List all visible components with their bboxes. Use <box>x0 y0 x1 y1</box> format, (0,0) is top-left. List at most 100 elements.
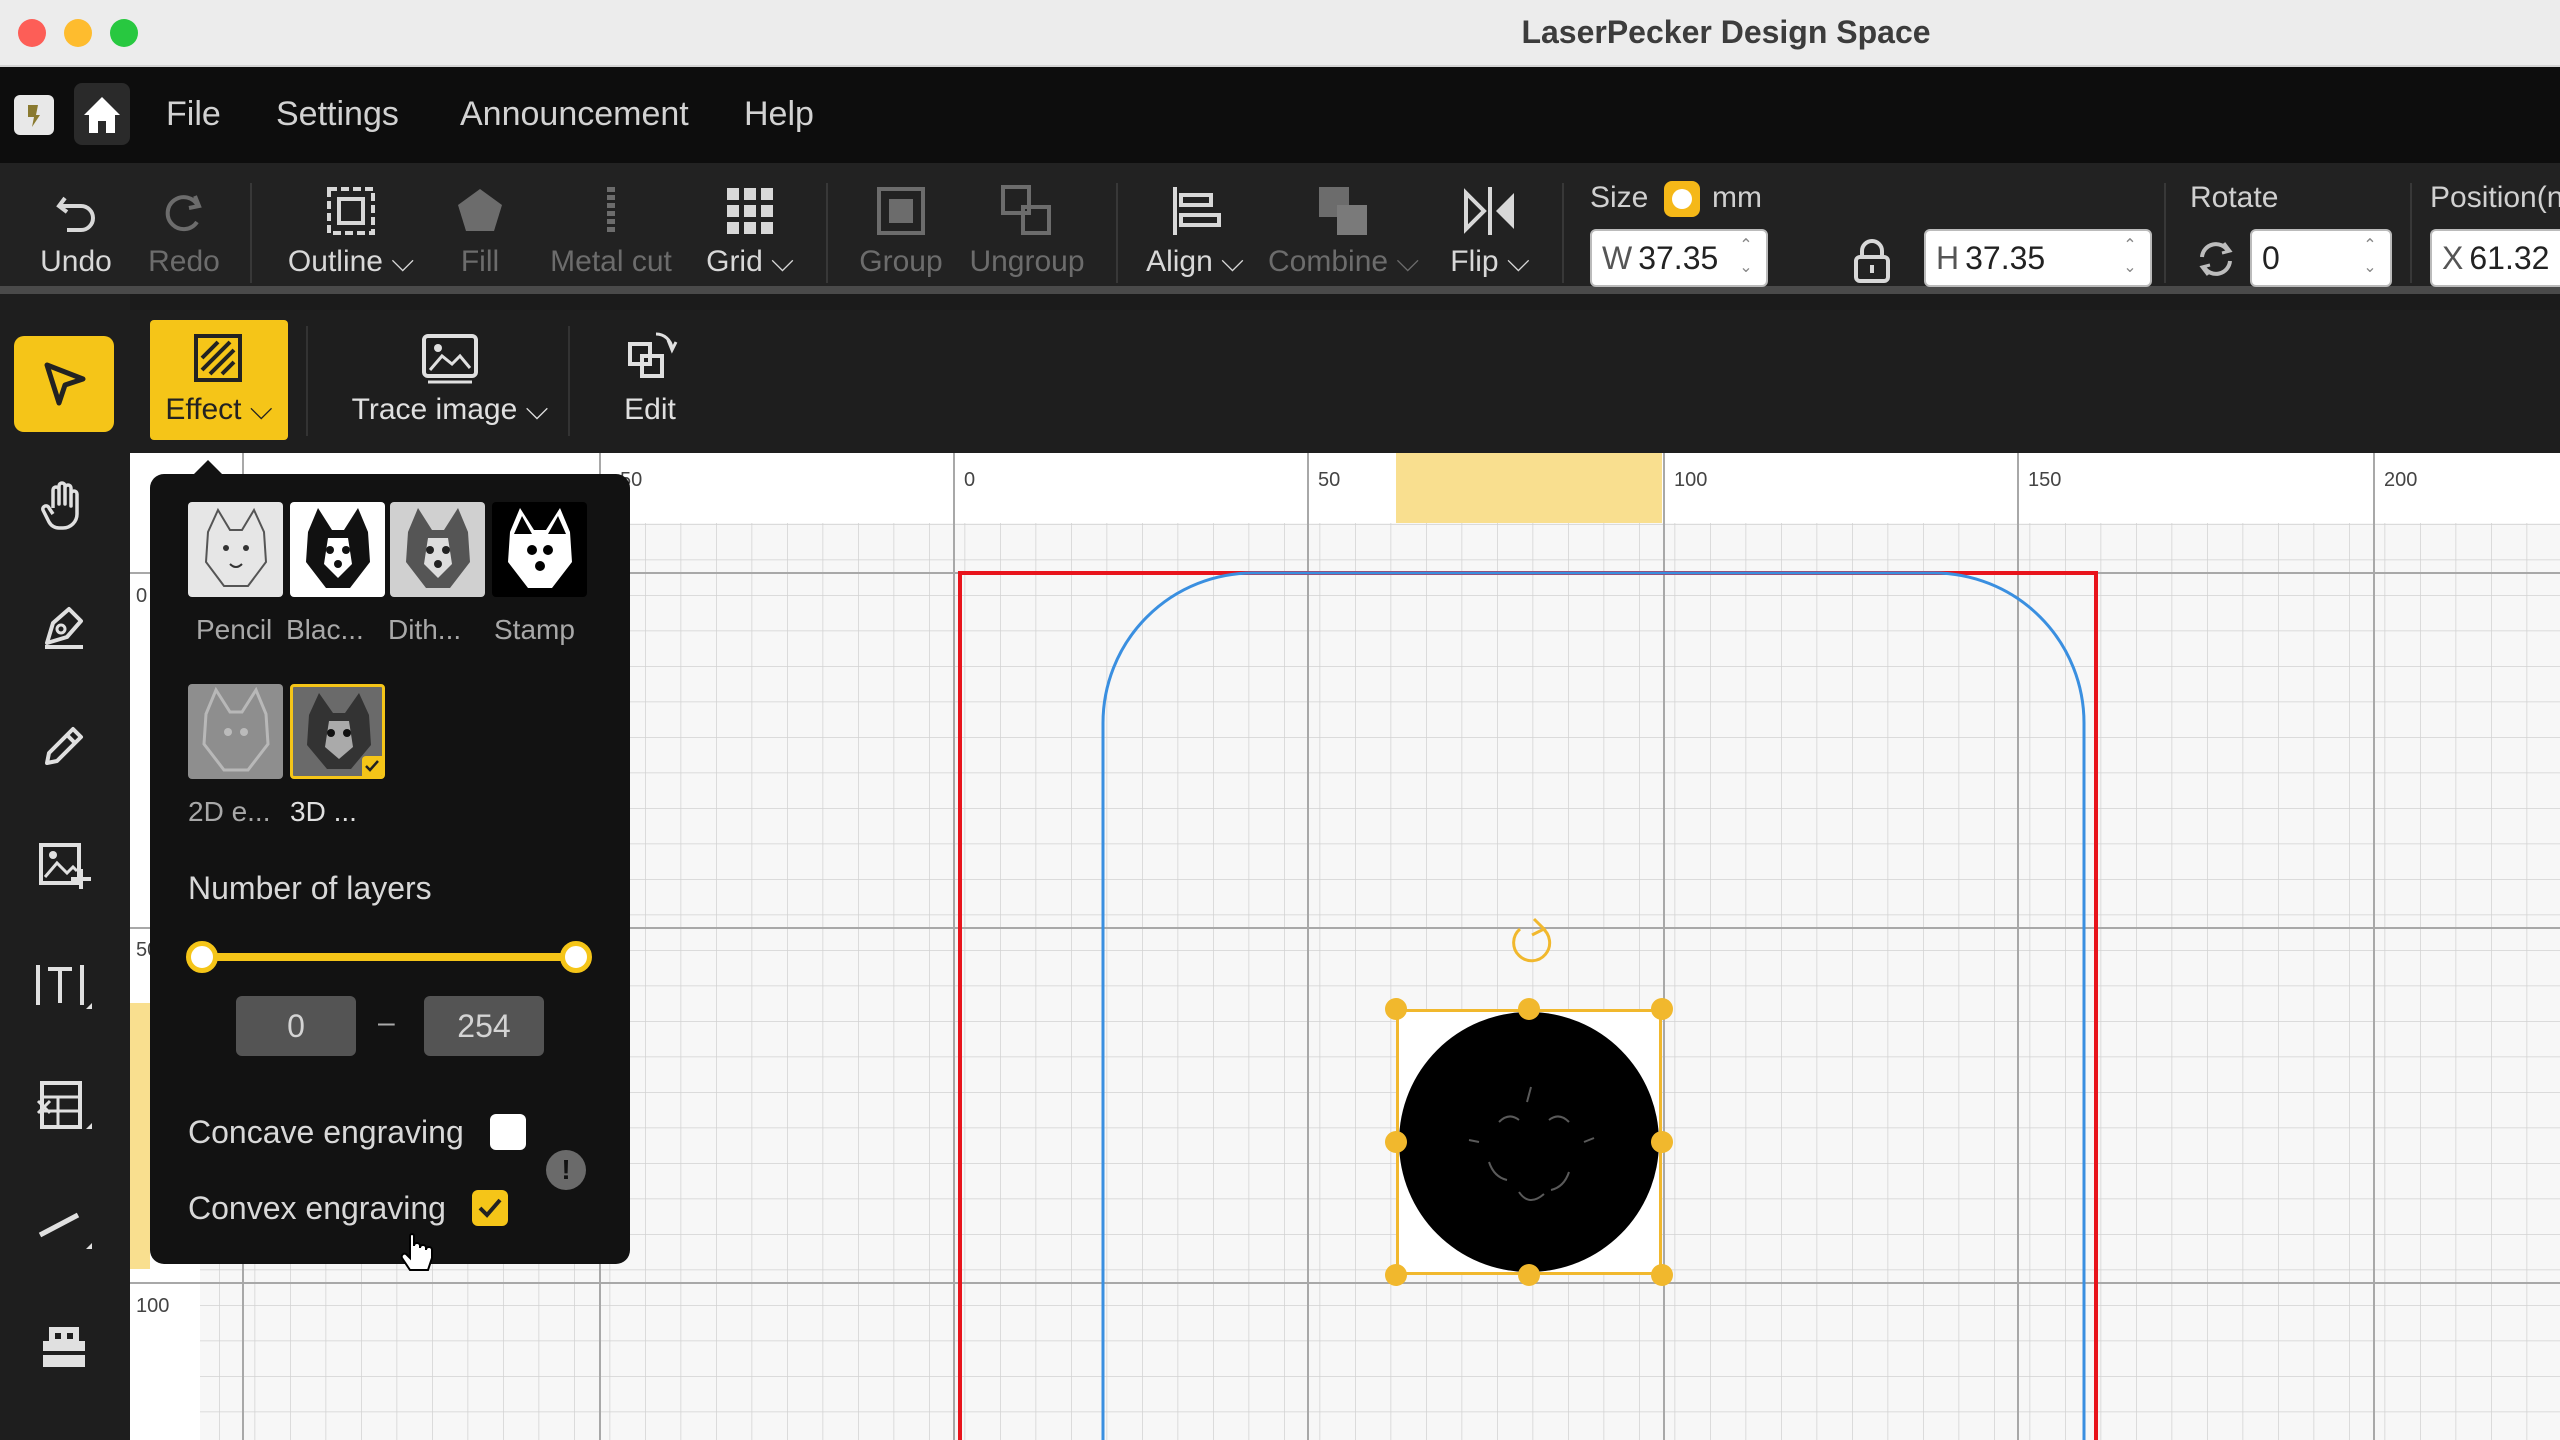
left-sidebar <box>0 294 130 1440</box>
effect-thumb-3d[interactable] <box>290 684 385 779</box>
fill-label: Fill <box>460 245 500 278</box>
outline-button[interactable]: Outline ⌵ <box>286 181 416 279</box>
engraving-preview <box>1399 1012 1659 1272</box>
trace-image-icon <box>422 334 478 384</box>
fill-icon <box>458 189 502 231</box>
add-image-button[interactable] <box>14 816 114 912</box>
toolbox-icon <box>43 1327 85 1367</box>
effect-thumb-black[interactable] <box>290 502 385 597</box>
width-stepper[interactable]: ⌃ ⌄ <box>1732 235 1760 283</box>
unit-toggle[interactable] <box>1664 181 1700 217</box>
pan-tool-button[interactable] <box>14 458 114 554</box>
effect-caption: Blac... <box>286 614 364 645</box>
lock-ratio-button[interactable] <box>1850 237 1894 288</box>
secondary-toolbar: Effect ⌵ Trace image ⌵ Edit <box>130 310 2560 453</box>
concave-checkbox[interactable] <box>490 1114 526 1150</box>
flip-icon <box>1464 187 1514 235</box>
menu-bar: File Settings Announcement Help <box>0 67 2560 163</box>
text-tool-button[interactable] <box>14 938 114 1034</box>
align-button[interactable]: Align ⌵ <box>1140 181 1250 279</box>
line-tool-button[interactable] <box>14 1178 114 1274</box>
convex-checkbox[interactable] <box>472 1190 508 1226</box>
rotate-icon <box>2199 242 2233 276</box>
home-button[interactable] <box>74 83 130 145</box>
convex-label: Convex engraving <box>188 1190 446 1226</box>
menu-help[interactable]: Help <box>744 95 814 134</box>
group-button[interactable]: Group <box>856 181 946 279</box>
edit-button[interactable]: Edit <box>590 320 710 440</box>
width-field[interactable]: W 37.35 ⌃ ⌄ <box>1590 229 1768 287</box>
redo-icon <box>165 195 202 232</box>
rotate-field[interactable]: 0 ⌃ ⌄ <box>2250 229 2392 287</box>
position-x-field[interactable]: X 61.32 <box>2430 229 2560 287</box>
layers-slider-min-handle[interactable] <box>186 941 218 973</box>
effect-label: Effect <box>165 393 242 426</box>
height-field[interactable]: H 37.35 ⌃ ⌄ <box>1924 229 2152 287</box>
rotate-stepper[interactable]: ⌃ ⌄ <box>2356 235 2384 283</box>
add-image-icon <box>39 843 91 889</box>
effect-button[interactable]: Effect ⌵ <box>150 320 288 440</box>
layers-slider-track[interactable] <box>202 953 576 961</box>
layers-max-field[interactable]: 254 <box>424 996 544 1056</box>
menu-settings[interactable]: Settings <box>276 95 399 134</box>
dog-black-icon <box>306 508 370 588</box>
text-icon <box>36 965 92 1009</box>
info-icon[interactable]: ! <box>546 1150 586 1190</box>
effect-icon <box>194 334 242 382</box>
chevron-down-icon: ⌵ <box>1506 245 1530 278</box>
material-library-button[interactable] <box>14 1298 114 1394</box>
lock-icon <box>1854 239 1890 283</box>
width-value: 37.35 <box>1638 239 1719 276</box>
height-value: 37.35 <box>1965 239 2046 276</box>
pencil-tool-button[interactable] <box>14 698 114 794</box>
selected-image[interactable] <box>1396 1009 1662 1275</box>
size-label: Size <box>1590 181 1649 214</box>
ungroup-button[interactable]: Ungroup <box>962 181 1092 279</box>
metal-cut-button[interactable]: Metal cut <box>546 181 676 279</box>
menu-announcement[interactable]: Announcement <box>460 95 689 134</box>
redo-label: Redo <box>148 245 220 278</box>
effect-thumb-dither[interactable] <box>390 502 485 597</box>
variable-text-button[interactable] <box>14 1058 114 1154</box>
toolbar-divider <box>1116 183 1118 283</box>
undo-button[interactable]: Undo <box>36 181 116 279</box>
chevron-down-icon: ⌵ <box>391 245 415 278</box>
effect-caption-selected: 3D ... <box>290 796 357 827</box>
x-prefix: X <box>2442 239 2464 276</box>
layers-min-field[interactable]: 0 <box>236 996 356 1056</box>
outline-icon <box>327 187 375 235</box>
rotate-button[interactable] <box>2194 237 2238 286</box>
trace-image-button[interactable]: Trace image ⌵ <box>330 320 570 440</box>
layers-slider-max-handle[interactable] <box>560 941 592 973</box>
chevron-down-icon: ⌵ <box>771 245 794 278</box>
select-tool-button[interactable] <box>14 336 114 432</box>
height-stepper[interactable]: ⌃ ⌄ <box>2116 235 2144 283</box>
combine-button[interactable]: Combine ⌵ <box>1268 181 1420 279</box>
pen-tool-button[interactable] <box>14 578 114 674</box>
rotate-value: 0 <box>2262 239 2280 276</box>
range-dash: – <box>378 1006 395 1039</box>
dog-sketch-icon <box>204 507 268 587</box>
group-icon <box>877 187 925 235</box>
menu-file[interactable]: File <box>166 95 221 134</box>
ungroup-label: Ungroup <box>969 245 1085 278</box>
redo-button[interactable]: Redo <box>144 181 224 279</box>
align-label: Align <box>1146 245 1213 278</box>
height-prefix: H <box>1936 239 1960 276</box>
effect-thumb-2d[interactable] <box>188 684 283 779</box>
toolbar-divider <box>826 183 828 283</box>
grid-button[interactable]: Grid ⌵ <box>700 181 800 279</box>
dog-dither-icon <box>406 508 470 588</box>
metal-cut-label: Metal cut <box>550 245 672 278</box>
hand-icon <box>41 481 79 530</box>
flip-button[interactable]: Flip ⌵ <box>1440 181 1540 279</box>
chevron-down-icon: ⌵ <box>1396 245 1420 278</box>
effect-caption: Pencil <box>196 614 273 645</box>
effect-thumb-pencil[interactable] <box>188 502 283 597</box>
check-icon <box>478 1198 502 1218</box>
effect-thumb-stamp[interactable] <box>492 502 587 597</box>
fill-button[interactable]: Fill <box>440 181 520 279</box>
effect-caption: Stamp <box>494 614 575 645</box>
layers-title: Number of layers <box>188 870 432 906</box>
popup-arrow <box>194 460 222 474</box>
